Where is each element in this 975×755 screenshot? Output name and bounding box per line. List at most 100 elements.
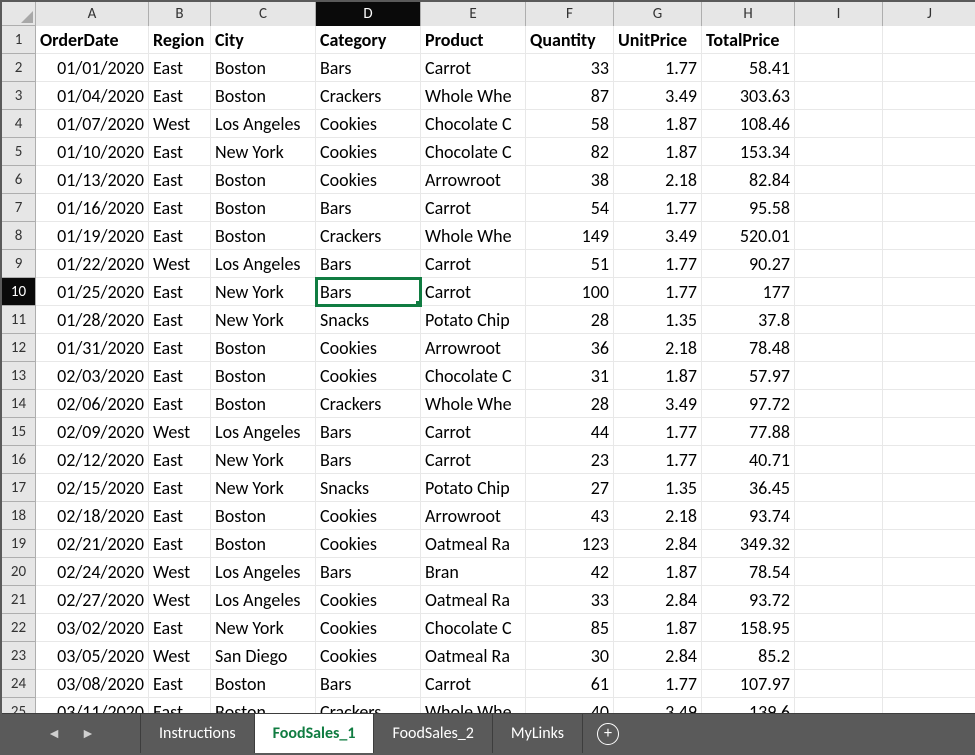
cell-G6[interactable]: 2.18 (614, 166, 702, 194)
cell-D17[interactable]: Snacks (316, 474, 421, 502)
row-header-24[interactable]: 24 (2, 670, 36, 698)
cell-H15[interactable]: 77.88 (702, 418, 795, 446)
cell-B8[interactable]: East (149, 222, 211, 250)
cell-H12[interactable]: 78.48 (702, 334, 795, 362)
cell-I18[interactable] (795, 502, 883, 530)
sheet-nav-next-icon[interactable]: ► (81, 725, 95, 742)
cell-A23[interactable]: 03/05/2020 (36, 642, 149, 670)
cell-H5[interactable]: 153.34 (702, 138, 795, 166)
cell-A2[interactable]: 01/01/2020 (36, 54, 149, 82)
cell-I6[interactable] (795, 166, 883, 194)
row-header-12[interactable]: 12 (2, 334, 36, 362)
sheet-tab-foodsales-1[interactable]: FoodSales_1 (255, 714, 375, 753)
cell-D9[interactable]: Bars (316, 250, 421, 278)
cell-C9[interactable]: Los Angeles (211, 250, 316, 278)
column-header-G[interactable]: G (614, 2, 702, 26)
header-cell-A[interactable]: OrderDate (36, 26, 149, 54)
cell-I23[interactable] (795, 642, 883, 670)
column-header-A[interactable]: A (36, 2, 149, 26)
select-all-corner[interactable] (2, 2, 36, 26)
cell-I9[interactable] (795, 250, 883, 278)
cell-E17[interactable]: Potato Chip (421, 474, 526, 502)
column-header-D[interactable]: D (316, 2, 421, 26)
cell-B6[interactable]: East (149, 166, 211, 194)
cell-A17[interactable]: 02/15/2020 (36, 474, 149, 502)
cell-J22[interactable] (883, 614, 975, 642)
cell-D20[interactable]: Bars (316, 558, 421, 586)
cell-D15[interactable]: Bars (316, 418, 421, 446)
cell-D3[interactable]: Crackers (316, 82, 421, 110)
cell-J19[interactable] (883, 530, 975, 558)
cell-A14[interactable]: 02/06/2020 (36, 390, 149, 418)
cell-F6[interactable]: 38 (526, 166, 614, 194)
row-header-6[interactable]: 6 (2, 166, 36, 194)
cell-D14[interactable]: Crackers (316, 390, 421, 418)
cell-C21[interactable]: Los Angeles (211, 586, 316, 614)
cell-C5[interactable]: New York (211, 138, 316, 166)
cell-I17[interactable] (795, 474, 883, 502)
column-header-H[interactable]: H (702, 2, 795, 26)
cell-J13[interactable] (883, 362, 975, 390)
cell-A9[interactable]: 01/22/2020 (36, 250, 149, 278)
cell-G10[interactable]: 1.77 (614, 278, 702, 306)
row-header-16[interactable]: 16 (2, 446, 36, 474)
cell-E23[interactable]: Oatmeal Ra (421, 642, 526, 670)
cell-H11[interactable]: 37.8 (702, 306, 795, 334)
cell-H9[interactable]: 90.27 (702, 250, 795, 278)
cell-I8[interactable] (795, 222, 883, 250)
cell-C2[interactable]: Boston (211, 54, 316, 82)
cell-A12[interactable]: 01/31/2020 (36, 334, 149, 362)
cell-G11[interactable]: 1.35 (614, 306, 702, 334)
cell-I7[interactable] (795, 194, 883, 222)
cell-E12[interactable]: Arrowroot (421, 334, 526, 362)
cell-G9[interactable]: 1.77 (614, 250, 702, 278)
cell-A24[interactable]: 03/08/2020 (36, 670, 149, 698)
cell-A4[interactable]: 01/07/2020 (36, 110, 149, 138)
sheet-tab-instructions[interactable]: Instructions (140, 714, 255, 753)
cell-C11[interactable]: New York (211, 306, 316, 334)
cell-E15[interactable]: Carrot (421, 418, 526, 446)
cell-F7[interactable]: 54 (526, 194, 614, 222)
cell-G5[interactable]: 1.87 (614, 138, 702, 166)
cell-B18[interactable]: East (149, 502, 211, 530)
header-cell-H[interactable]: TotalPrice (702, 26, 795, 54)
cell-F24[interactable]: 61 (526, 670, 614, 698)
cell-I2[interactable] (795, 54, 883, 82)
cell-F19[interactable]: 123 (526, 530, 614, 558)
cell-J4[interactable] (883, 110, 975, 138)
cell-I4[interactable] (795, 110, 883, 138)
cell-C24[interactable]: Boston (211, 670, 316, 698)
cell-G2[interactable]: 1.77 (614, 54, 702, 82)
cell-C13[interactable]: Boston (211, 362, 316, 390)
cell-I5[interactable] (795, 138, 883, 166)
cell-J18[interactable] (883, 502, 975, 530)
cell-J17[interactable] (883, 474, 975, 502)
cell-I21[interactable] (795, 586, 883, 614)
cell-H4[interactable]: 108.46 (702, 110, 795, 138)
cell-D11[interactable]: Snacks (316, 306, 421, 334)
cell-B15[interactable]: West (149, 418, 211, 446)
cell-G18[interactable]: 2.18 (614, 502, 702, 530)
cell-E18[interactable]: Arrowroot (421, 502, 526, 530)
row-header-14[interactable]: 14 (2, 390, 36, 418)
cell-A6[interactable]: 01/13/2020 (36, 166, 149, 194)
cell-D2[interactable]: Bars (316, 54, 421, 82)
cell-B7[interactable]: East (149, 194, 211, 222)
cell-B10[interactable]: East (149, 278, 211, 306)
cell-F15[interactable]: 44 (526, 418, 614, 446)
cell-H23[interactable]: 85.2 (702, 642, 795, 670)
cell-H14[interactable]: 97.72 (702, 390, 795, 418)
row-header-5[interactable]: 5 (2, 138, 36, 166)
cell-D18[interactable]: Cookies (316, 502, 421, 530)
cell-H3[interactable]: 303.63 (702, 82, 795, 110)
cell-B21[interactable]: West (149, 586, 211, 614)
cell-G17[interactable]: 1.35 (614, 474, 702, 502)
cell-H22[interactable]: 158.95 (702, 614, 795, 642)
cell-H7[interactable]: 95.58 (702, 194, 795, 222)
cell-J24[interactable] (883, 670, 975, 698)
cell-A11[interactable]: 01/28/2020 (36, 306, 149, 334)
cell-A3[interactable]: 01/04/2020 (36, 82, 149, 110)
row-header-8[interactable]: 8 (2, 222, 36, 250)
header-cell-B[interactable]: Region (149, 26, 211, 54)
cell-H6[interactable]: 82.84 (702, 166, 795, 194)
